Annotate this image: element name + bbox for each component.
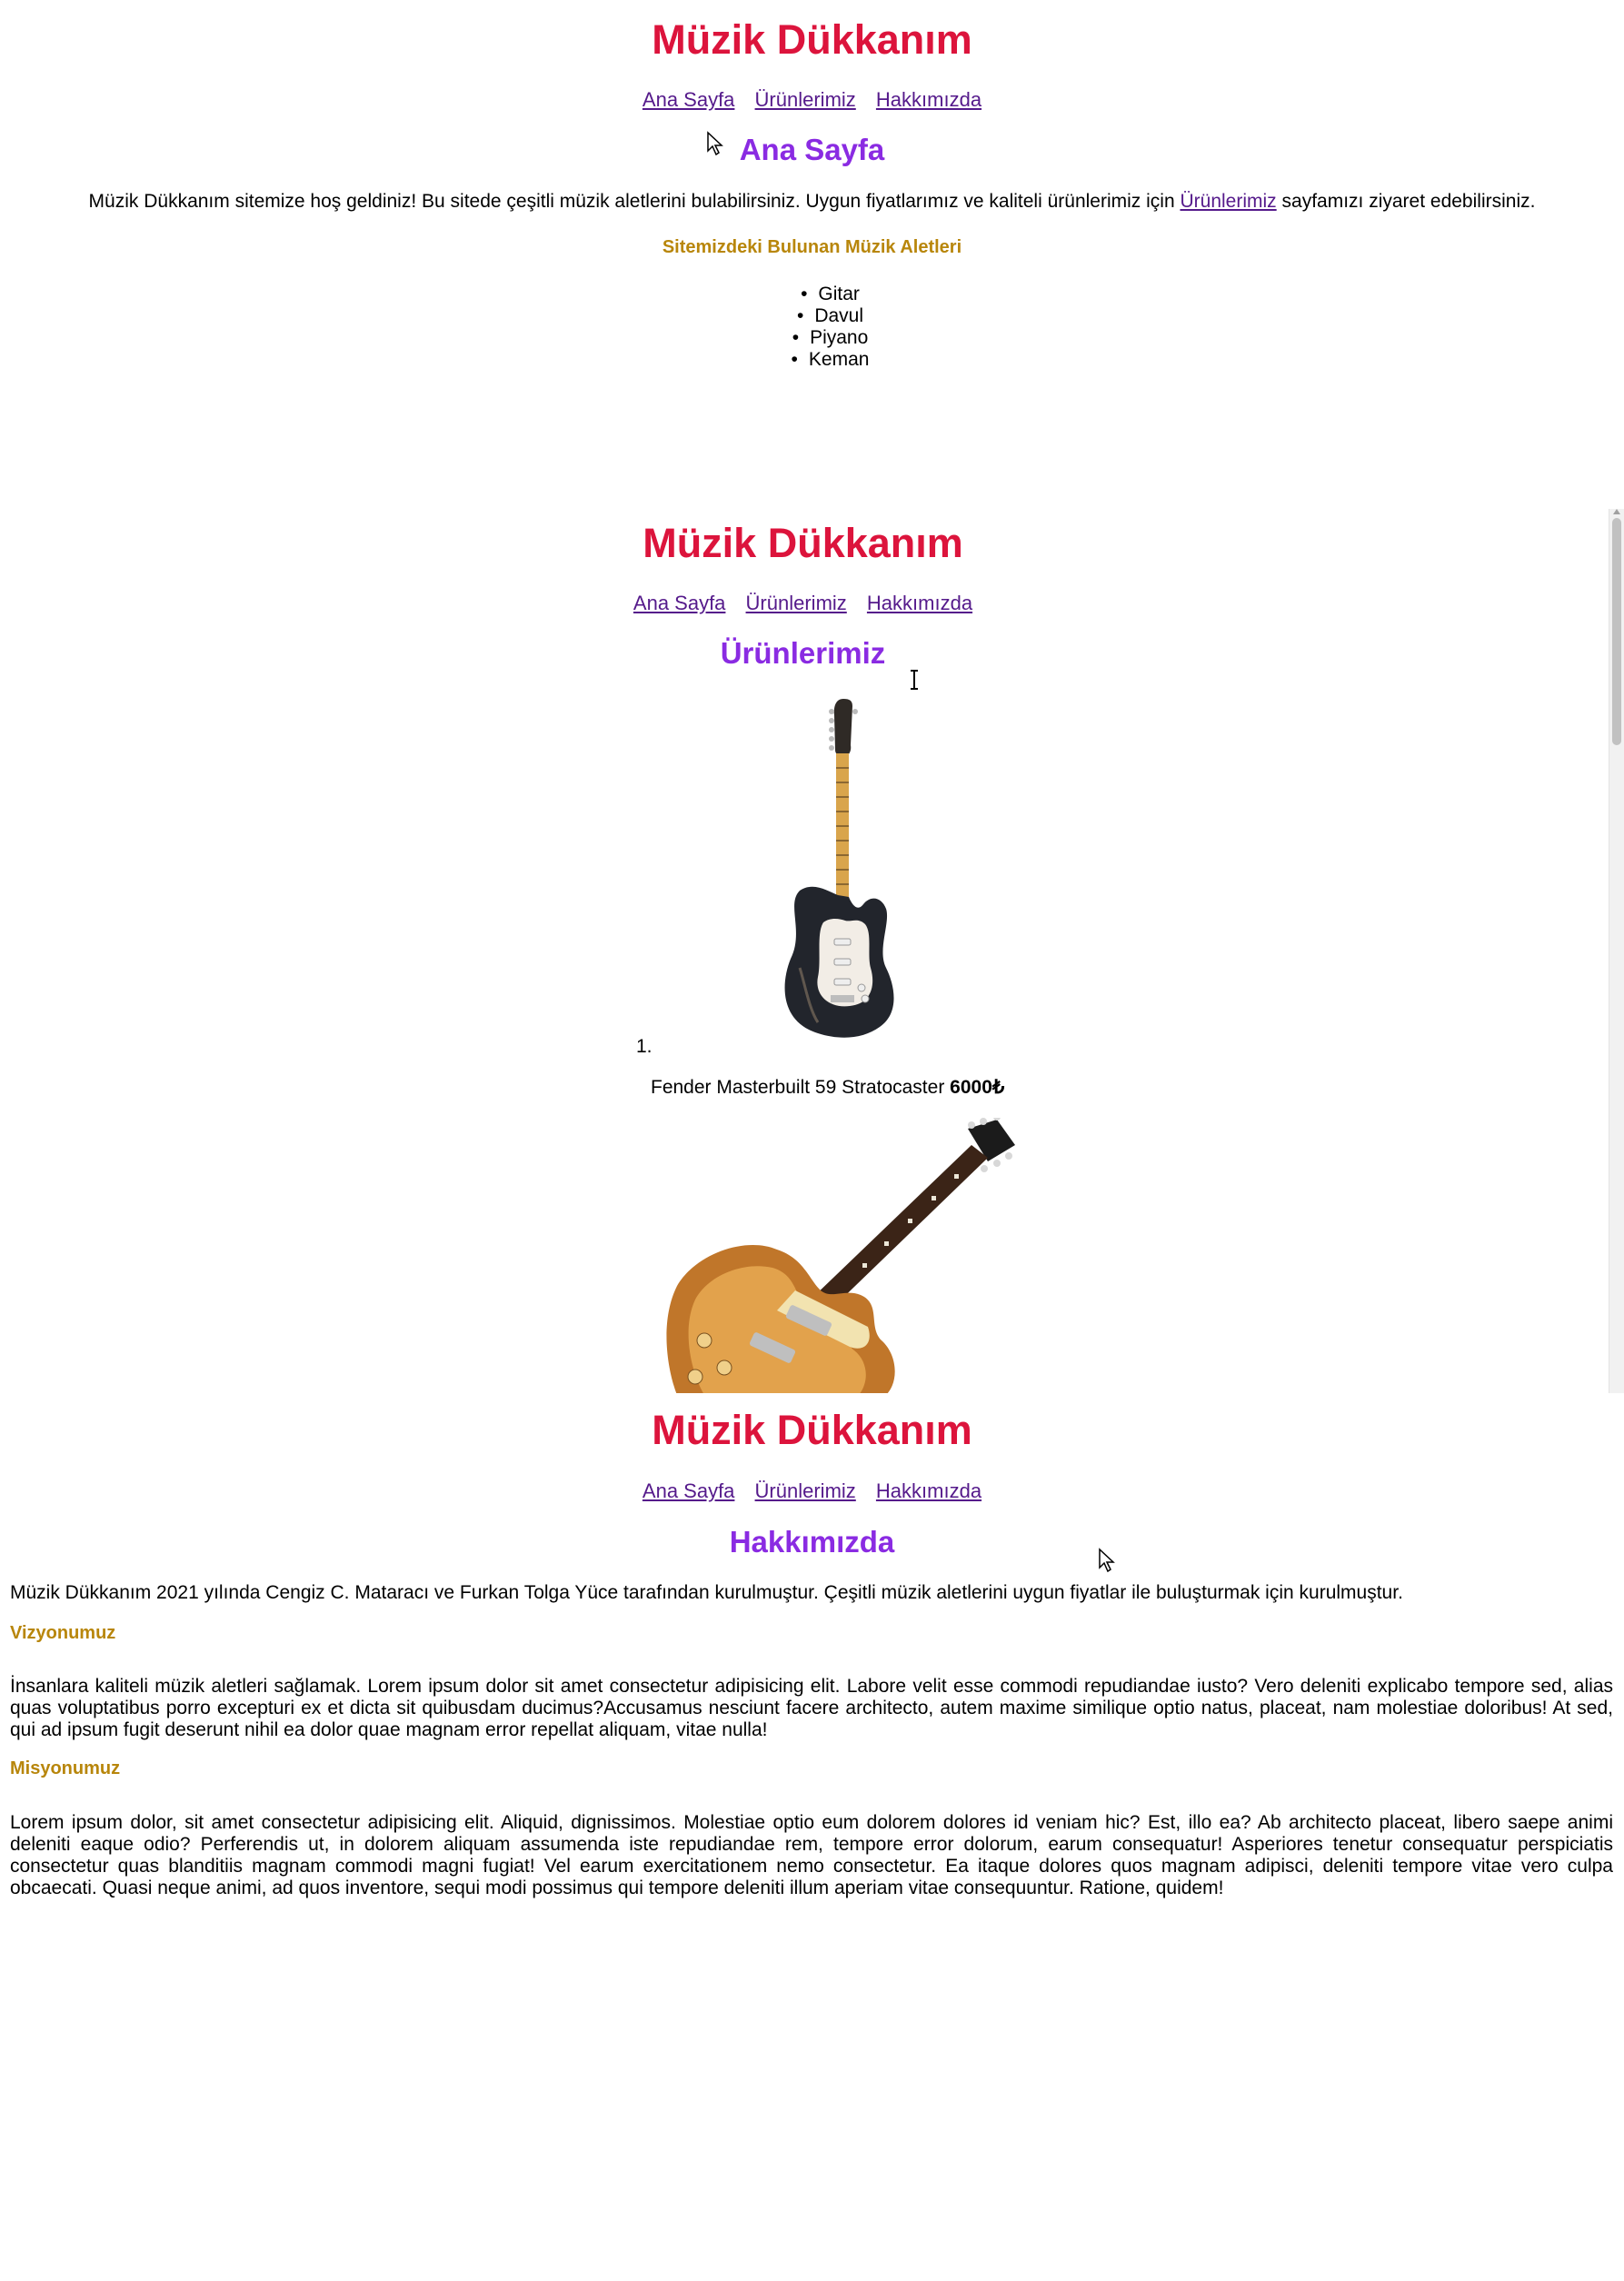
home-intro-text-end: sayfamızı ziyaret edebilirsiniz. (1281, 191, 1536, 212)
mission-text: Lorem ipsum dolor, sit amet consectetur … (10, 1812, 1613, 1898)
about-intro: Müzik Dükkanım 2021 yılında Cengiz C. Ma… (10, 1582, 1403, 1603)
instruments-heading: Sitemizdeki Bulunan Müzik Aletleri (662, 237, 962, 257)
scrollbar-thumb[interactable] (1612, 518, 1621, 745)
product-number: 1. (636, 1036, 653, 1057)
nav-link-about[interactable]: Hakkımızda (867, 592, 972, 614)
home-intro: Müzik Dükkanım sitemize hoş geldiniz! Bu… (0, 191, 1624, 213)
list-item: Gitar (36, 284, 1624, 305)
list-item: Keman (36, 349, 1624, 371)
page-heading: Ana Sayfa (739, 133, 885, 166)
arrow-cursor-icon (1099, 1548, 1115, 1573)
products-page-frame: Müzik Dükkanım Ana Sayfa Ürünlerimiz Hak… (0, 491, 1624, 1393)
about-page-frame: Müzik Dükkanım Ana Sayfa Ürünlerimiz Hak… (0, 1393, 1624, 2281)
nav-link-products[interactable]: Ürünlerimiz (755, 88, 856, 111)
site-title: Müzik Dükkanım (652, 16, 972, 63)
list-item: Davul (36, 305, 1624, 327)
main-nav: Ana Sayfa Ürünlerimiz Hakkımızda (0, 592, 1624, 615)
site-title: Müzik Dükkanım (643, 520, 963, 566)
list-item: Piyano (36, 327, 1624, 349)
les-paul-guitar-image (666, 1118, 1015, 1393)
main-nav: Ana Sayfa Ürünlerimiz Hakkımızda (0, 1479, 1624, 1503)
product-name: Fender Masterbuilt 59 Stratocaster (651, 1077, 945, 1098)
instrument-list: Gitar Davul Piyano Keman (0, 284, 1624, 371)
main-nav: Ana Sayfa Ürünlerimiz Hakkımızda (0, 88, 1624, 112)
nav-link-products[interactable]: Ürünlerimiz (746, 592, 847, 614)
home-page-frame: Müzik Dükkanım Ana Sayfa Ürünlerimiz Hak… (0, 0, 1624, 491)
nav-link-home[interactable]: Ana Sayfa (643, 1479, 735, 1502)
nav-link-home[interactable]: Ana Sayfa (633, 592, 726, 614)
nav-link-home[interactable]: Ana Sayfa (643, 88, 735, 111)
nav-link-products[interactable]: Ürünlerimiz (755, 1479, 856, 1502)
products-inline-link[interactable]: Ürünlerimiz (1180, 191, 1276, 212)
product-price: 6000₺ (950, 1077, 1005, 1098)
nav-link-about[interactable]: Hakkımızda (876, 88, 981, 111)
page-heading: Hakkımızda (729, 1525, 895, 1559)
nav-link-about[interactable]: Hakkımızda (876, 1479, 981, 1502)
product-caption: Fender Masterbuilt 59 Stratocaster 6000₺ (651, 1077, 1004, 1099)
vision-text: İnsanlara kaliteli müzik aletleri sağlam… (10, 1676, 1613, 1740)
site-title: Müzik Dükkanım (652, 1407, 972, 1453)
page-scrollbar[interactable] (1609, 509, 1624, 1393)
scroll-up-arrow-icon[interactable] (1613, 509, 1620, 514)
home-intro-text: Müzik Dükkanım sitemize hoş geldiniz! Bu… (88, 191, 1175, 212)
text-cursor-icon (911, 670, 918, 690)
mission-heading: Misyonumuz (10, 1758, 121, 1778)
vision-heading: Vizyonumuz (10, 1623, 116, 1643)
page-heading: Ürünlerimiz (720, 636, 886, 670)
stratocaster-guitar-image (784, 699, 894, 1038)
